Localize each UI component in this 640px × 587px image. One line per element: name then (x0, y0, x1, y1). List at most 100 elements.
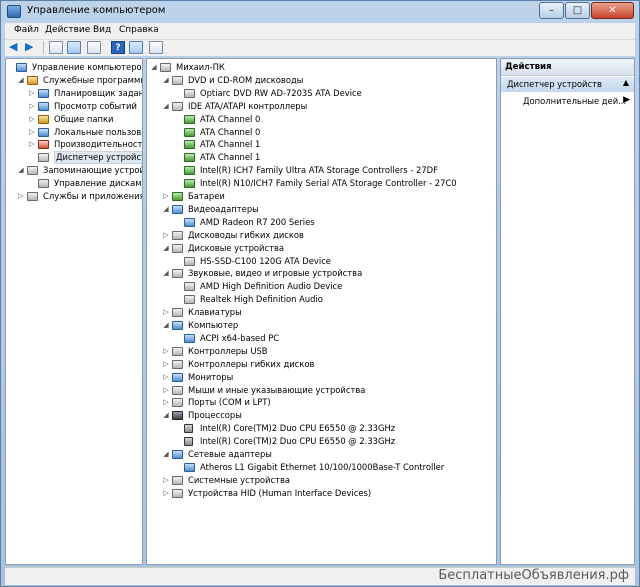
more-actions-link[interactable]: Дополнительные дей... (523, 96, 626, 106)
console-tree-item[interactable]: Управление дисками (6, 177, 142, 190)
actions-section-device-manager[interactable]: Диспетчер устройств ▲ (501, 77, 634, 92)
collapse-arrow-icon[interactable]: ◢ (150, 61, 158, 74)
device-tree-item[interactable]: HS-SSD-C100 120G ATA Device (147, 255, 496, 268)
expand-arrow-icon[interactable]: ▷ (28, 113, 36, 126)
device-tree-item[interactable]: AMD Radeon R7 200 Series (147, 216, 496, 229)
device-tree-item[interactable]: ATA Channel 0 (147, 113, 496, 126)
device-tree-item[interactable]: ▷ Батареи (147, 190, 496, 203)
console-tree-item[interactable]: ◢ Служебные программы (6, 74, 142, 87)
device-tree-item[interactable]: ◢ Процессоры (147, 409, 496, 422)
device-tree-label: Клавиатуры (188, 307, 242, 318)
device-tree-item[interactable]: Optiarc DVD RW AD-7203S ATA Device (147, 87, 496, 100)
menu-file[interactable]: Файл (14, 25, 39, 35)
console-tree-item[interactable]: ▷ Локальные пользовате (6, 126, 142, 139)
console-tree[interactable]: Управление компьютером (л ◢ Служебные прог… (5, 58, 143, 565)
expand-arrow-icon[interactable]: ▷ (28, 138, 36, 151)
close-button[interactable]: ✕ (591, 2, 634, 19)
menu-help[interactable]: Справка (119, 25, 159, 35)
collapse-arrow-icon[interactable]: ◢ (162, 203, 170, 216)
title-bar[interactable]: Управление компьютером – □ ✕ (1, 1, 639, 23)
expand-arrow-icon[interactable]: ▷ (28, 87, 36, 100)
console-tree-item[interactable]: ▷ Планировщик заданий (6, 87, 142, 100)
device-tree-item[interactable]: ▷ Мыши и иные указывающие устройства (147, 384, 496, 397)
maximize-button[interactable]: □ (565, 2, 590, 19)
submenu-arrow-icon[interactable]: ▶ (623, 95, 630, 105)
up-folder-icon[interactable] (49, 41, 63, 54)
device-tree-item[interactable]: ◢ Дисковые устройства (147, 242, 496, 255)
expand-arrow-icon[interactable]: ▷ (162, 474, 170, 487)
console-tree-item[interactable]: Диспетчер устройств (6, 151, 142, 165)
device-tree-item[interactable]: Intel(R) N10/ICH7 Family Serial ATA Stor… (147, 177, 496, 190)
device-tree-item[interactable]: ATA Channel 1 (147, 138, 496, 151)
device-tree[interactable]: ◢ Михаил-ПК ◢ DVD и CD-ROM дисководы Optiarc… (146, 58, 497, 565)
expand-arrow-icon[interactable]: ▷ (162, 487, 170, 500)
device-tree-item[interactable]: ▷ Мониторы (147, 371, 496, 384)
console-tree-item[interactable]: ▷ Производительность (6, 138, 142, 151)
device-tree-item[interactable]: ATA Channel 0 (147, 126, 496, 139)
console-tree-item[interactable]: ▷ Общие папки (6, 113, 142, 126)
collapse-arrow-icon[interactable]: ◢ (162, 319, 170, 332)
collapse-arrow-icon[interactable]: ◢ (162, 74, 170, 87)
expand-arrow-icon[interactable]: ▷ (162, 358, 170, 371)
device-tree-item[interactable]: ◢ Сетевые адаптеры (147, 448, 496, 461)
device-tree-item[interactable]: ▷ Порты (COM и LPT) (147, 396, 496, 409)
menu-view[interactable]: Вид (93, 25, 111, 35)
device-tree-item[interactable]: ▷ Дисководы гибких дисков (147, 229, 496, 242)
expand-arrow-icon[interactable]: ▷ (28, 100, 36, 113)
device-tree-label: Intel(R) Core(TM)2 Duo CPU E6550 @ 2.33G… (200, 436, 396, 447)
device-tree-item[interactable]: Intel(R) Core(TM)2 Duo CPU E6550 @ 2.33G… (147, 422, 496, 435)
back-arrow-icon[interactable]: ◀ (9, 41, 23, 54)
device-tree-item[interactable]: ◢ DVD и CD-ROM дисководы (147, 74, 496, 87)
device-tree-item[interactable]: Intel(R) ICH7 Family Ultra ATA Storage C… (147, 164, 496, 177)
expand-arrow-icon[interactable]: ▷ (162, 229, 170, 242)
collapse-arrow-icon[interactable]: ◢ (162, 100, 170, 113)
scan-hardware-icon[interactable] (149, 41, 163, 54)
device-tree-item[interactable]: ◢ Звуковые, видео и игровые устройства (147, 267, 496, 280)
menu-action[interactable]: Действие (45, 25, 90, 35)
device-tree-item[interactable]: ▷ Устройства HID (Human Interface Devices… (147, 487, 496, 500)
app-window: Управление компьютером – □ ✕ Файл Действ… (0, 0, 640, 587)
expand-arrow-icon[interactable]: ▷ (162, 306, 170, 319)
console-tree-item[interactable]: ◢ Запоминающие устройств (6, 164, 142, 177)
expand-arrow-icon[interactable]: ▷ (17, 190, 25, 203)
show-action-pane-icon[interactable] (129, 41, 143, 54)
device-tree-item[interactable]: ◢ Видеоадаптеры (147, 203, 496, 216)
show-hide-tree-icon[interactable] (67, 41, 81, 54)
console-tree-item[interactable]: ▷ Просмотр событий (6, 100, 142, 113)
expand-arrow-icon[interactable]: ▷ (162, 190, 170, 203)
dvd-drive-icon (184, 88, 195, 98)
device-tree-item[interactable]: ▷ Контроллеры гибких дисков (147, 358, 496, 371)
device-tree-item[interactable]: ▷ Системные устройства (147, 474, 496, 487)
collapse-triangle-icon[interactable]: ▲ (623, 78, 629, 87)
device-tree-label: Intel(R) N10/ICH7 Family Serial ATA Stor… (200, 178, 457, 189)
console-tree-item[interactable]: ▷ Службы и приложения (6, 190, 142, 203)
expand-arrow-icon[interactable]: ▷ (162, 396, 170, 409)
device-tree-item[interactable]: Atheros L1 Gigabit Ethernet 10/100/1000B… (147, 461, 496, 474)
device-tree-label: Intel(R) Core(TM)2 Duo CPU E6550 @ 2.33G… (200, 423, 396, 434)
expand-arrow-icon[interactable]: ▷ (162, 345, 170, 358)
device-tree-item[interactable]: ◢ IDE ATA/ATAPI контроллеры (147, 100, 496, 113)
device-tree-item[interactable]: ▷ Контроллеры USB (147, 345, 496, 358)
device-tree-item[interactable]: ATA Channel 1 (147, 151, 496, 164)
expand-arrow-icon[interactable]: ▷ (162, 371, 170, 384)
collapse-arrow-icon[interactable]: ◢ (162, 267, 170, 280)
collapse-arrow-icon[interactable]: ◢ (162, 448, 170, 461)
forward-arrow-icon[interactable]: ▶ (25, 41, 39, 54)
help-icon[interactable]: ? (111, 41, 125, 54)
device-tree-item[interactable]: Realtek High Definition Audio (147, 293, 496, 306)
device-tree-item[interactable]: ACPI x64-based PC (147, 332, 496, 345)
device-tree-item[interactable]: ▷ Клавиатуры (147, 306, 496, 319)
console-tree-item[interactable]: Управление компьютером (л (6, 61, 142, 74)
expand-arrow-icon[interactable]: ▷ (162, 384, 170, 397)
device-tree-item[interactable]: ◢ Михаил-ПК (147, 61, 496, 74)
properties-icon[interactable] (87, 41, 101, 54)
device-tree-item[interactable]: ◢ Компьютер (147, 319, 496, 332)
collapse-arrow-icon[interactable]: ◢ (17, 74, 25, 87)
device-tree-item[interactable]: AMD High Definition Audio Device (147, 280, 496, 293)
collapse-arrow-icon[interactable]: ◢ (162, 409, 170, 422)
minimize-button[interactable]: – (539, 2, 564, 19)
device-tree-item[interactable]: Intel(R) Core(TM)2 Duo CPU E6550 @ 2.33G… (147, 435, 496, 448)
collapse-arrow-icon[interactable]: ◢ (17, 164, 25, 177)
expand-arrow-icon[interactable]: ▷ (28, 126, 36, 139)
collapse-arrow-icon[interactable]: ◢ (162, 242, 170, 255)
